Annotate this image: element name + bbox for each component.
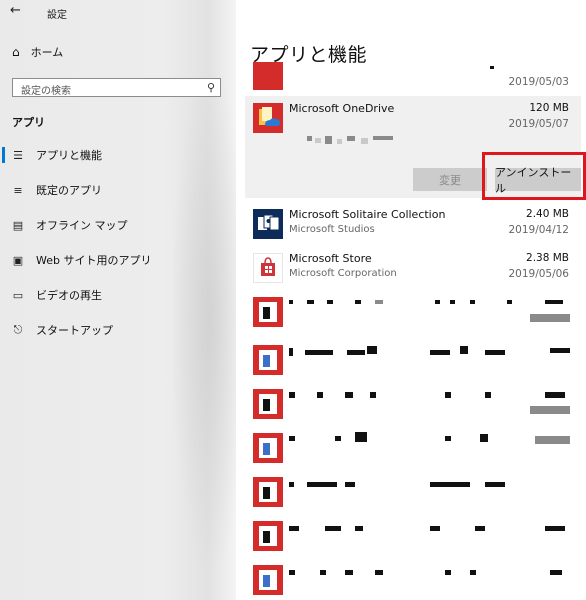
redacted-app-icon (253, 297, 283, 327)
settings-sidebar: ← 設定 ⌂ ホーム 設定の検索 ⚲ アプリ ☰ アプリと機能 ≡ 既定のアプリ… (0, 0, 236, 600)
sidebar-item-website-apps[interactable]: ▣ Web サイト用のアプリ (0, 249, 236, 271)
redacted-app-list-item[interactable] (245, 470, 581, 516)
sidebar-item-label: ビデオの再生 (36, 289, 102, 302)
red-app-icon (253, 62, 283, 90)
app-publisher: Microsoft Corporation (289, 268, 397, 279)
onedrive-icon (253, 103, 283, 133)
home-label: ホーム (30, 46, 64, 59)
app-date: 2019/05/07 (508, 118, 569, 130)
startup-icon: ⎋ (13, 323, 23, 336)
app-name: Microsoft Solitaire Collection (289, 208, 446, 221)
sidebar-item-label: スタートアップ (36, 324, 113, 337)
sidebar-item-label: 既定のアプリ (36, 184, 102, 197)
redacted-app-list-item[interactable] (245, 338, 581, 384)
store-icon (253, 253, 283, 283)
app-publisher: Microsoft Studios (289, 224, 375, 235)
website-apps-icon: ▣ (12, 253, 24, 267)
redacted-app-list-item[interactable] (245, 426, 581, 472)
sidebar-item-label: Web サイト用のアプリ (36, 254, 152, 267)
app-name: Microsoft Store (289, 252, 372, 265)
app-date: 2019/04/12 (508, 224, 569, 236)
redacted-app-icon (253, 477, 283, 507)
redacted-app-list-item[interactable] (245, 558, 581, 600)
redacted-app-icon (253, 521, 283, 551)
sidebar-item-apps-features[interactable]: ☰ アプリと機能 (0, 144, 236, 166)
active-indicator (2, 147, 5, 163)
redacted-app-list-item[interactable] (245, 290, 581, 336)
sidebar-item-label: オフライン マップ (36, 219, 128, 232)
list-icon: ☰ (13, 148, 23, 162)
app-date: 2019/05/06 (508, 268, 569, 280)
app-name: Microsoft OneDrive (289, 102, 395, 115)
app-date: 2019/05/03 (508, 76, 569, 88)
video-icon: ▭ (12, 288, 24, 302)
apps-features-page: アプリと機能 2019/05/03 Microsoft OneDrive 120… (236, 0, 586, 600)
default-apps-icon: ≡ (13, 183, 23, 197)
app-list-item-selected[interactable]: Microsoft OneDrive 120 MB 2019/05/07 変更 … (245, 96, 581, 198)
redacted-app-list-item[interactable] (245, 382, 581, 428)
search-icon[interactable]: ⚲ (207, 81, 215, 94)
offline-map-icon: ▤ (12, 218, 24, 232)
app-list-item[interactable]: Microsoft Solitaire Collection Microsoft… (245, 202, 581, 248)
modify-button[interactable]: 変更 (413, 168, 487, 191)
app-list-item[interactable]: Microsoft Store Microsoft Corporation 2.… (245, 246, 581, 292)
search-placeholder: 設定の検索 (21, 86, 71, 97)
home-link[interactable]: ⌂ ホーム (12, 44, 63, 60)
back-arrow-icon[interactable]: ← (10, 4, 21, 18)
app-size: 2.38 MB (526, 252, 569, 264)
solitaire-icon (253, 209, 283, 239)
app-size: 2.40 MB (526, 208, 569, 220)
redacted-app-icon (253, 345, 283, 375)
app-size: 120 MB (529, 102, 569, 114)
section-title: アプリ (12, 116, 45, 129)
sidebar-item-startup[interactable]: ⎋ スタートアップ (0, 319, 236, 341)
window-title: 設定 (47, 10, 67, 21)
sidebar-item-offline-maps[interactable]: ▤ オフライン マップ (0, 214, 236, 236)
sidebar-item-default-apps[interactable]: ≡ 既定のアプリ (0, 179, 236, 201)
sidebar-item-label: アプリと機能 (36, 149, 102, 162)
uninstall-button[interactable]: アンインストール (495, 166, 581, 195)
sidebar-item-video-playback[interactable]: ▭ ビデオの再生 (0, 284, 236, 306)
redacted-app-icon (253, 565, 283, 595)
settings-search-input[interactable]: 設定の検索 ⚲ (12, 78, 221, 97)
redacted-block (490, 66, 494, 69)
redacted-app-icon (253, 433, 283, 463)
home-icon: ⌂ (12, 45, 20, 59)
redacted-app-list-item[interactable] (245, 514, 581, 560)
title-bar: ← 設定 (0, 0, 236, 24)
redacted-app-icon (253, 389, 283, 419)
